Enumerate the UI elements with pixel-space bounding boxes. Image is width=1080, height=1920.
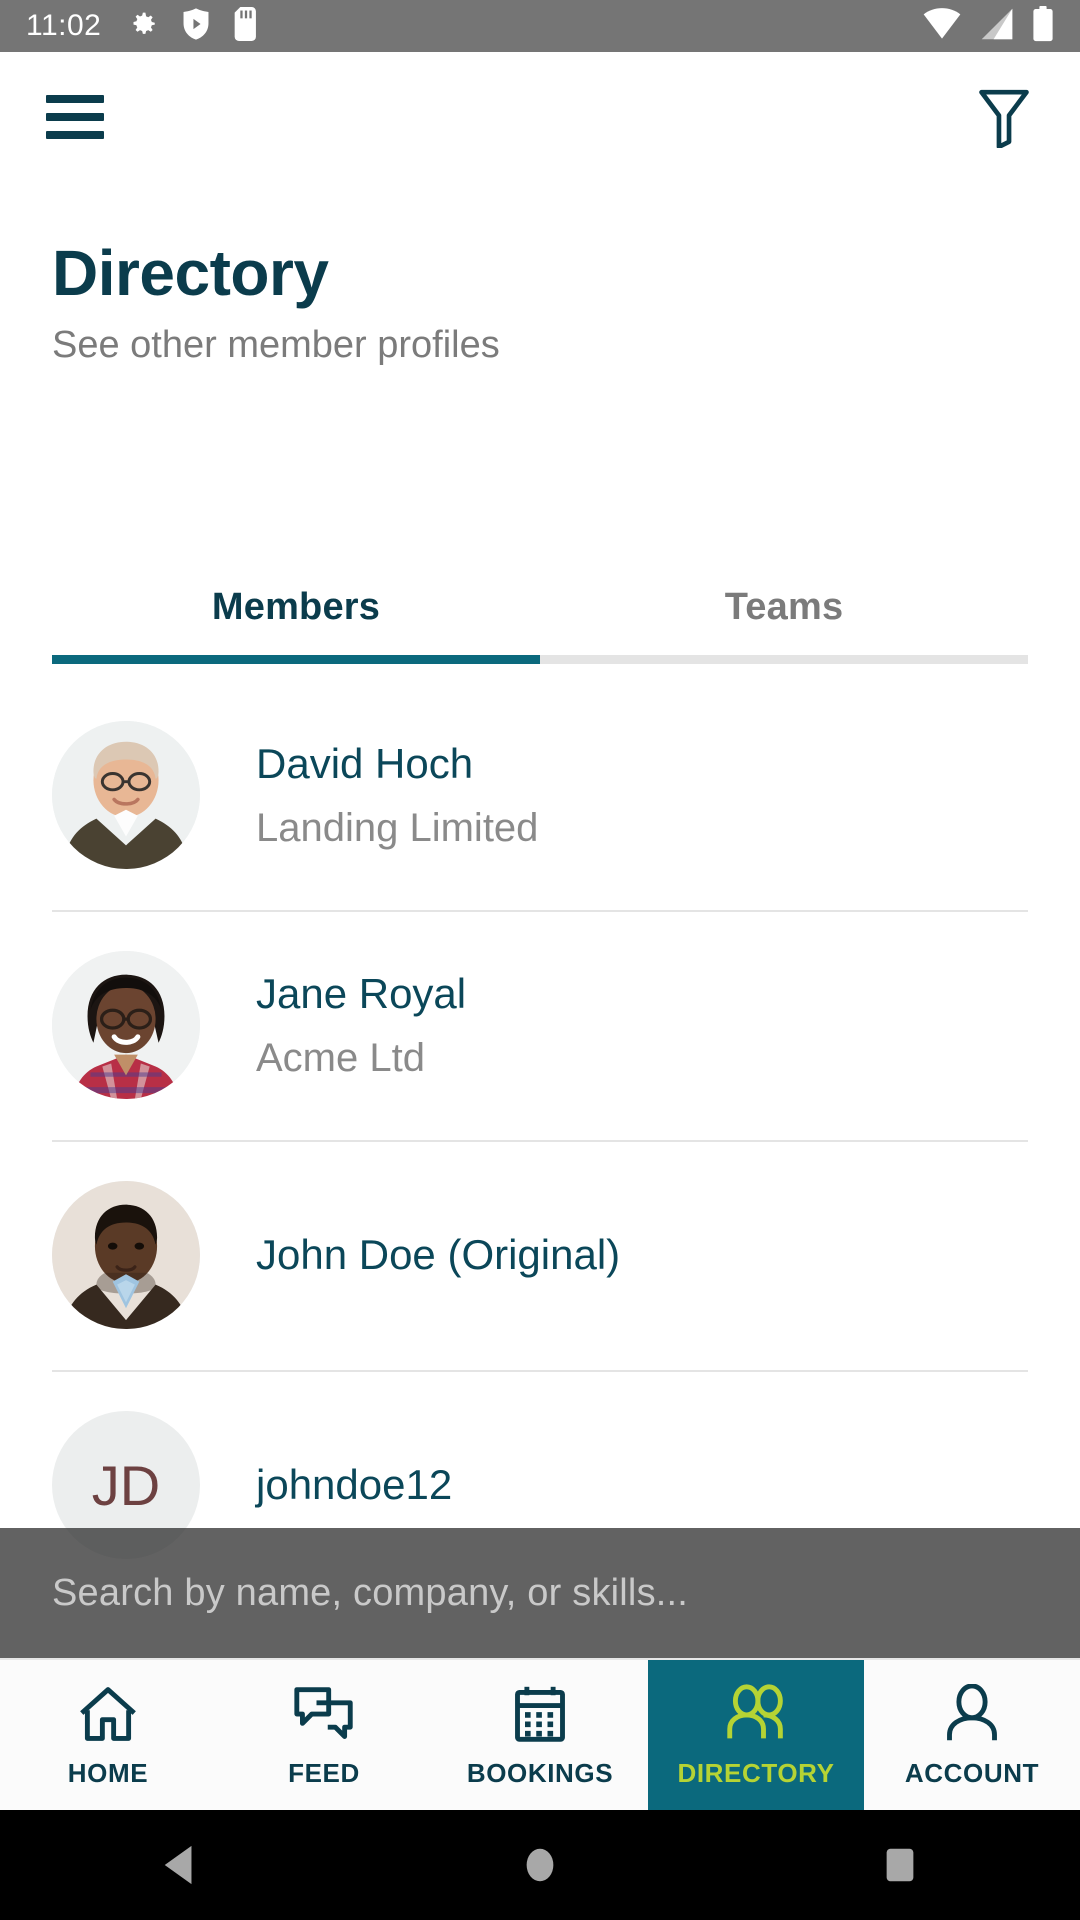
home-icon <box>75 1682 141 1744</box>
filter-funnel-icon[interactable] <box>974 85 1034 149</box>
photo-man-glasses <box>52 721 200 869</box>
photo-man-suit <box>52 1181 200 1329</box>
tab-indicator-track <box>52 655 1028 664</box>
member-company: Acme Ltd <box>256 1036 425 1081</box>
member-company: Landing Limited <box>256 806 539 851</box>
android-system-navigation <box>0 1810 1080 1920</box>
tab-teams[interactable]: Teams <box>540 586 1028 655</box>
people-icon <box>721 1682 791 1744</box>
member-name: John Doe (Original) <box>256 1230 621 1278</box>
tab-bar: Members Teams <box>52 586 1028 664</box>
nav-item-feed[interactable]: FEED <box>216 1660 432 1810</box>
page-subtitle: See other member profiles <box>52 324 500 367</box>
member-list-item[interactable]: Jane Royal Acme Ltd <box>0 910 1080 1140</box>
status-left-icons <box>125 6 259 46</box>
page-heading: Directory See other member profiles <box>52 237 952 369</box>
tab-indicator-inactive <box>540 655 1028 664</box>
hamburger-line <box>46 95 104 103</box>
battery-icon <box>1032 5 1054 47</box>
avatar <box>52 1181 200 1329</box>
avatar <box>52 721 200 869</box>
nav-label: DIRECTORY <box>677 1757 835 1788</box>
nav-item-directory[interactable]: DIRECTORY <box>648 1660 864 1810</box>
sd-card-icon <box>233 6 259 46</box>
nav-label: BOOKINGS <box>466 1757 614 1788</box>
nav-item-bookings[interactable]: BOOKINGS <box>432 1660 648 1810</box>
phone-screen: 11:02 Directory See other member profile… <box>0 0 1080 1920</box>
member-name: David Hoch <box>256 739 474 787</box>
photo-woman-glasses <box>52 951 200 1099</box>
nav-label: FEED <box>288 1757 360 1788</box>
recents-square-icon[interactable] <box>840 1810 960 1920</box>
search-input[interactable]: Search by name, company, or skills... <box>52 1572 688 1615</box>
member-list-item[interactable]: John Doe (Original) <box>0 1140 1080 1370</box>
status-right-icons <box>922 5 1054 47</box>
member-list-item[interactable]: David Hoch Landing Limited <box>0 680 1080 910</box>
person-icon <box>942 1682 1002 1744</box>
bottom-navigation: HOME FEED BOOKINGS DIRECTORY ACCOUNT <box>0 1658 1080 1810</box>
member-text: Jane Royal Acme Ltd <box>256 968 466 1083</box>
avatar <box>52 951 200 1099</box>
status-bar: 11:02 <box>0 0 1080 52</box>
member-name: Jane Royal <box>256 969 467 1017</box>
shield-play-icon <box>181 7 211 46</box>
home-circle-icon[interactable] <box>480 1810 600 1920</box>
tab-indicator-active <box>52 655 540 664</box>
chat-bubbles-icon <box>291 1682 357 1744</box>
gear-icon <box>125 7 159 46</box>
nav-label: ACCOUNT <box>904 1757 1040 1788</box>
status-clock: 11:02 <box>26 9 102 42</box>
member-text: John Doe (Original) <box>256 1229 620 1282</box>
search-bar[interactable]: Search by name, company, or skills... <box>0 1528 1080 1658</box>
member-name: johndoe12 <box>256 1460 453 1508</box>
hamburger-menu-icon[interactable] <box>46 95 104 139</box>
back-triangle-icon[interactable] <box>120 1810 240 1920</box>
hamburger-line <box>46 113 104 121</box>
nav-item-home[interactable]: HOME <box>0 1660 216 1810</box>
page-title: Directory <box>52 237 329 309</box>
nav-label: HOME <box>67 1757 149 1788</box>
wifi-icon <box>922 7 962 46</box>
member-list: David Hoch Landing Limited Jane Royal Ac… <box>0 680 1080 1600</box>
member-text: David Hoch Landing Limited <box>256 738 538 853</box>
member-text: johndoe12 <box>256 1459 452 1512</box>
app-bar <box>0 52 1080 182</box>
cellular-signal-icon <box>978 7 1016 46</box>
nav-item-account[interactable]: ACCOUNT <box>864 1660 1080 1810</box>
tab-members[interactable]: Members <box>52 586 540 655</box>
calendar-icon <box>509 1682 571 1744</box>
hamburger-line <box>46 131 104 139</box>
tab-row: Members Teams <box>52 586 1028 655</box>
